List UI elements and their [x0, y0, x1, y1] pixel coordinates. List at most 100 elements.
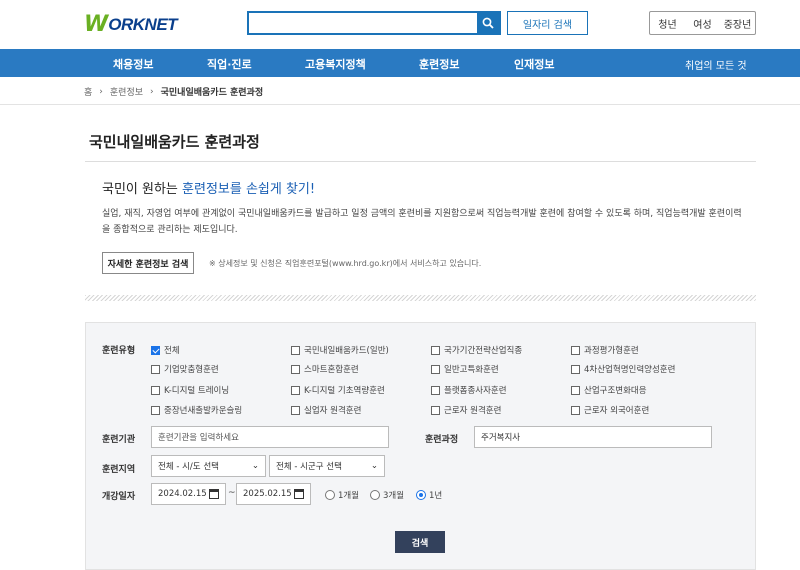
type-checkbox[interactable]: 중장년새출발카운슬링 [151, 404, 242, 416]
date-from-value: 2024.02.15 [158, 489, 207, 499]
main-nav: 채용정보 직업·진로 고용복지정책 훈련정보 인재정보 취업의 모든 것 [0, 49, 800, 77]
type-label: 중장년새출발카운슬링 [164, 406, 243, 416]
intro-heading: 국민이 원하는 훈련정보를 손쉽게 찾기! [102, 178, 315, 197]
type-label: K-디지털 트레이닝 [164, 386, 230, 396]
tab-youth[interactable]: 청년 [650, 12, 685, 34]
type-checkbox[interactable]: 기업맞춤형훈련 [151, 363, 219, 375]
institution-input[interactable]: 훈련기관을 입력하세요 [151, 426, 389, 448]
breadcrumb-home[interactable]: 홈 [84, 85, 92, 98]
checkbox-icon [431, 385, 440, 395]
chevron-down-icon: ⌄ [370, 461, 378, 471]
calendar-icon[interactable] [294, 489, 304, 499]
page-title: 국민내일배움카드 훈련과정 [89, 133, 260, 151]
checkbox-icon [291, 345, 300, 355]
search-input[interactable] [249, 13, 477, 33]
checkbox-icon [151, 385, 160, 395]
nav-item-training[interactable]: 훈련정보 [419, 56, 459, 72]
training-type-label: 훈련유형 [102, 346, 136, 356]
checkbox-icon [431, 364, 440, 374]
logo-text: ORKNET [108, 14, 178, 34]
submit-search-button[interactable]: 검색 [395, 531, 445, 553]
checkbox-icon [291, 385, 300, 395]
sido-value: 전체 - 시/도 선택 [158, 462, 219, 472]
chevron-right-icon: › [99, 86, 103, 97]
type-label: 국민내일배움카드(일반) [304, 346, 389, 356]
tab-women[interactable]: 여성 [685, 12, 720, 34]
type-label: 산업구조변화대응 [584, 386, 647, 396]
type-checkbox[interactable]: 산업구조변화대응 [571, 384, 647, 396]
type-checkbox[interactable]: 전체 [151, 344, 180, 356]
user-group-tabs: 청년 여성 중장년 [649, 11, 756, 35]
type-checkbox[interactable]: 국가기간전략산업직종 [431, 344, 522, 356]
checkbox-icon [151, 405, 160, 415]
date-from-input[interactable]: 2024.02.15 [151, 483, 226, 505]
course-label: 훈련과정 [425, 435, 459, 445]
nav-item-talent[interactable]: 인재정보 [514, 56, 554, 72]
hatched-divider [85, 295, 756, 301]
nav-item-welfare-policy[interactable]: 고용복지정책 [305, 56, 366, 72]
search-button[interactable] [477, 13, 499, 33]
start-date-label: 개강일자 [102, 492, 136, 502]
intro-prefix: 국민이 원하는 [102, 182, 183, 197]
divider [85, 161, 756, 162]
type-checkbox[interactable]: K-디지털 트레이닝 [151, 384, 229, 396]
date-to-input[interactable]: 2025.02.15 [236, 483, 311, 505]
radio-icon [370, 490, 380, 500]
type-label: 근로자 원격훈련 [444, 406, 502, 416]
type-checkbox[interactable]: 국민내일배움카드(일반) [291, 344, 389, 356]
type-checkbox[interactable]: 스마트혼합훈련 [291, 363, 359, 375]
type-label: 플랫폼종사자훈련 [444, 386, 507, 396]
service-note: ※ 상세정보 및 신청은 직업훈련포털(www.hrd.go.kr)에서 서비스… [209, 259, 482, 268]
chevron-down-icon: ⌄ [251, 461, 259, 471]
global-search [247, 11, 501, 35]
period-radio[interactable]: 3개월 [370, 489, 404, 501]
type-checkbox[interactable]: 과정평가형훈련 [571, 344, 639, 356]
course-input[interactable]: 주거복지사 [474, 426, 712, 448]
type-checkbox[interactable]: 일반고특화훈련 [431, 363, 499, 375]
breadcrumb: 홈 › 훈련정보 › 국민내일배움카드 훈련과정 [84, 85, 264, 99]
nav-item-career[interactable]: 직업·진로 [207, 56, 252, 72]
nav-item-jobs[interactable]: 채용정보 [113, 56, 153, 72]
job-search-button[interactable]: 일자리 검색 [507, 11, 588, 35]
type-label: 4차산업혁명인력양성훈련 [584, 365, 676, 375]
sigungu-value: 전체 - 시군구 선택 [276, 462, 342, 472]
date-to-value: 2025.02.15 [243, 489, 292, 499]
breadcrumb-training[interactable]: 훈련정보 [110, 85, 143, 98]
type-checkbox[interactable]: 플랫폼종사자훈련 [431, 384, 507, 396]
logo-mark: W [84, 12, 109, 37]
type-checkbox[interactable]: 4차산업혁명인력양성훈련 [571, 363, 675, 375]
type-checkbox[interactable]: 근로자 외국어훈련 [571, 404, 649, 416]
type-label: 국가기간전략산업직종 [444, 346, 523, 356]
checkbox-icon [291, 364, 300, 374]
tab-middle-aged[interactable]: 중장년 [720, 12, 755, 34]
checkbox-icon [571, 385, 580, 395]
type-label: 전체 [164, 346, 180, 356]
breadcrumb-current: 국민내일배움카드 훈련과정 [160, 88, 264, 98]
checkbox-icon [571, 345, 580, 355]
type-checkbox[interactable]: 실업자 원격훈련 [291, 404, 361, 416]
period-radio[interactable]: 1개월 [325, 489, 359, 501]
worknet-logo[interactable]: W ORKNET [84, 12, 178, 37]
calendar-icon[interactable] [209, 489, 219, 499]
type-checkbox[interactable]: 근로자 원격훈련 [431, 404, 501, 416]
period-radio[interactable]: 1년 [416, 489, 442, 501]
checkbox-icon [431, 345, 440, 355]
type-label: 근로자 외국어훈련 [584, 406, 650, 416]
type-checkbox[interactable]: K-디지털 기초역량훈련 [291, 384, 385, 396]
detail-search-button[interactable]: 자세한 훈련정보 검색 [102, 252, 194, 274]
period-label: 1년 [429, 491, 443, 501]
sigungu-select[interactable]: 전체 - 시군구 선택 ⌄ [269, 455, 385, 477]
checkbox-icon [151, 364, 160, 374]
radio-selected-icon [416, 490, 426, 500]
search-icon [482, 17, 494, 29]
nav-all-menu[interactable]: 취업의 모든 것 [685, 57, 747, 72]
region-label: 훈련지역 [102, 465, 136, 475]
type-label: 스마트혼합훈련 [304, 365, 359, 375]
sido-select[interactable]: 전체 - 시/도 선택 ⌄ [151, 455, 266, 477]
checkbox-checked-icon [151, 345, 160, 355]
type-label: 실업자 원격훈련 [304, 406, 362, 416]
checkbox-icon [571, 405, 580, 415]
intro-highlight: 훈련정보를 손쉽게 찾기! [182, 182, 316, 197]
checkbox-icon [431, 405, 440, 415]
period-label: 3개월 [383, 491, 405, 501]
